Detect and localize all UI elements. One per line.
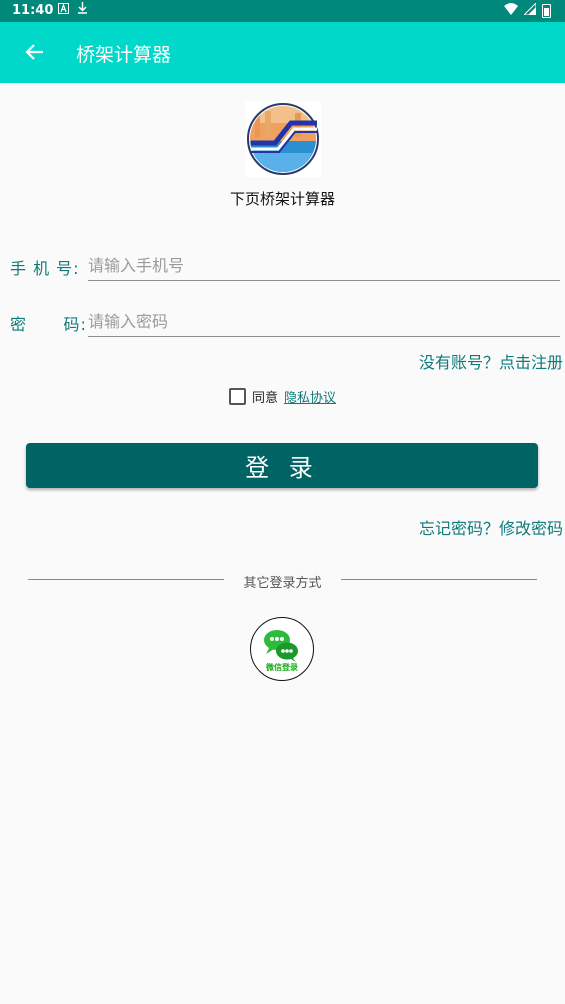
- phone-label: 手 机 号:: [10, 259, 80, 278]
- privacy-link[interactable]: 隐私协议: [284, 387, 336, 406]
- signal-icon: [522, 1, 537, 19]
- forgot-password-link[interactable]: 忘记密码？修改密码: [419, 515, 563, 539]
- phone-input[interactable]: [88, 250, 560, 281]
- agree-checkbox[interactable]: [229, 388, 246, 405]
- app-name: 下页桥架计算器: [229, 190, 335, 208]
- download-icon: [77, 2, 88, 18]
- app-bar: 桥架计算器: [0, 22, 565, 83]
- wechat-login-button[interactable]: 微信登录: [250, 617, 314, 681]
- login-button[interactable]: 登 录: [26, 443, 538, 488]
- agree-label: 同意: [252, 391, 279, 406]
- other-login-label: 其它登录方式: [243, 576, 322, 591]
- password-label: 密 码:: [10, 315, 87, 334]
- agreement-row: 同意 隐私协议: [229, 387, 336, 406]
- status-time: 11:40: [12, 3, 54, 18]
- a-icon: [58, 2, 69, 18]
- password-input[interactable]: [88, 306, 560, 337]
- divider-right: [341, 579, 537, 580]
- wifi-icon: [504, 3, 518, 19]
- page-title: 桥架计算器: [76, 44, 172, 66]
- app-logo: [245, 101, 321, 177]
- status-bar: 11:40: [0, 0, 565, 22]
- arrow-left-icon[interactable]: [22, 39, 48, 65]
- battery-icon: [542, 4, 551, 18]
- register-link[interactable]: 没有账号？点击注册: [419, 349, 563, 373]
- wechat-label: 微信登录: [266, 663, 298, 672]
